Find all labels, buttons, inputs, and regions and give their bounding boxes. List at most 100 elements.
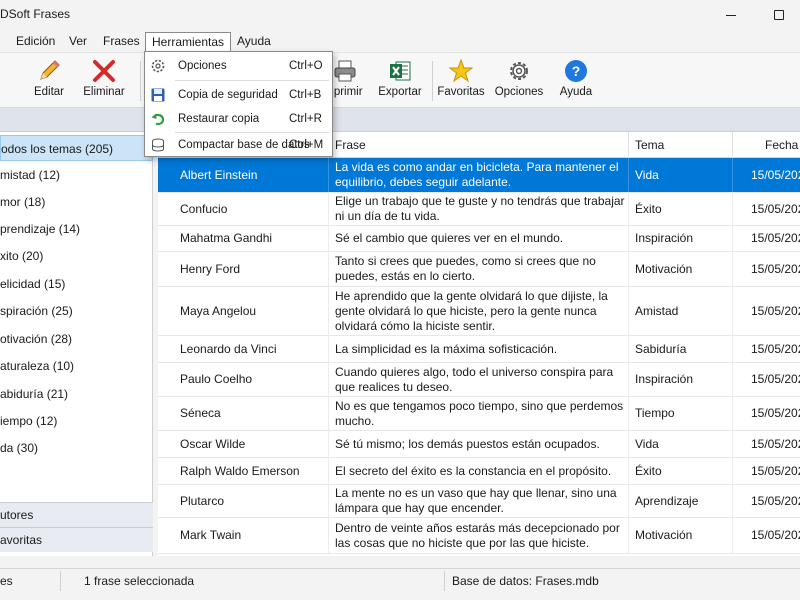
maximize-button[interactable] [756, 0, 800, 30]
toolbar-separator [140, 61, 141, 101]
quotes-table: Frase Tema Fecha Albert Einstein La vida… [158, 132, 800, 556]
menu-item-label: Restaurar copia [178, 113, 260, 125]
cell-autor: Leonardo da Vinci [174, 336, 329, 362]
eliminar-button[interactable]: Eliminar [74, 57, 134, 105]
toolbar: Editar Eliminar nprimir Exportar Favorit… [0, 52, 800, 108]
sidebar-item-sabiduria[interactable]: abiduría (21) [0, 381, 153, 407]
cell-fecha: 15/05/202 [733, 363, 800, 396]
pencil-icon [40, 60, 60, 80]
ayuda-label: Ayuda [559, 86, 593, 98]
cell-tema: Inspiración [629, 226, 733, 251]
favoritas-button[interactable]: Favoritas [431, 57, 491, 105]
svg-text:?: ? [572, 63, 581, 79]
cell-fecha: 15/05/202 [733, 518, 800, 553]
sidebar-item-motivacion[interactable]: otivación (28) [0, 326, 153, 352]
opciones-button[interactable]: Opciones [489, 57, 549, 105]
cell-autor: Plutarco [174, 485, 329, 517]
cell-autor: Ralph Waldo Emerson [174, 458, 329, 484]
topics-sidebar: odos los temas (205) mistad (12) mor (18… [0, 132, 153, 556]
cell-autor: Confucio [174, 193, 329, 225]
cell-tema: Amistad [629, 287, 733, 335]
menu-separator [175, 80, 329, 81]
menu-ayuda[interactable]: Ayuda [231, 32, 277, 52]
cell-fecha: 15/05/202 [733, 287, 800, 335]
excel-icon [390, 61, 411, 81]
sidebar-item-tiempo[interactable]: iempo (12) [0, 408, 153, 434]
exportar-button[interactable]: Exportar [370, 57, 430, 105]
table-row[interactable]: Leonardo da Vinci La simplicidad es la m… [158, 336, 800, 363]
sidebar-item-inspiracion[interactable]: spiración (25) [0, 298, 153, 324]
menu-ver[interactable]: Ver [63, 32, 93, 52]
sidebar-item-aprendizaje[interactable]: prendizaje (14) [0, 216, 153, 242]
cell-autor: Mahatma Gandhi [174, 226, 329, 251]
sidebar-section-autores[interactable]: utores [0, 502, 153, 527]
table-row[interactable]: Ralph Waldo Emerson El secreto del éxito… [158, 458, 800, 485]
cell-tema: Aprendizaje [629, 485, 733, 517]
opciones-label: Opciones [494, 86, 544, 98]
cell-frase: La simplicidad es la máxima sofisticació… [329, 336, 629, 362]
cell-frase: He aprendido que la gente olvidará lo qu… [329, 287, 629, 335]
editar-button[interactable]: Editar [19, 57, 79, 105]
menu-item-restaurar-copia[interactable]: Restaurar copia Ctrl+R [145, 107, 332, 131]
status-database: Base de datos: Frases.mdb [452, 574, 599, 588]
header-frase[interactable]: Frase [329, 132, 629, 158]
menu-item-shortcut: Ctrl+M [289, 139, 324, 151]
database-icon [152, 138, 164, 152]
panel-header-strip [0, 108, 800, 132]
cell-frase: No es que tengamos poco tiempo, sino que… [329, 397, 629, 430]
cell-autor: Maya Angelou [174, 287, 329, 335]
table-row[interactable]: Henry Ford Tanto si crees que puedes, co… [158, 252, 800, 287]
help-icon: ? [565, 60, 587, 82]
table-row[interactable]: Oscar Wilde Sé tú mismo; los demás puest… [158, 431, 800, 458]
menu-frases[interactable]: Frases [97, 32, 146, 52]
table-row[interactable]: Plutarco La mente no es un vaso que hay … [158, 485, 800, 518]
cell-tema: Motivación [629, 252, 733, 286]
minimize-button[interactable] [708, 0, 754, 30]
table-row[interactable]: Paulo Coelho Cuando quieres algo, todo e… [158, 363, 800, 397]
cell-fecha: 15/05/202 [733, 226, 800, 251]
ayuda-button[interactable]: ? Ayuda [546, 57, 606, 105]
menu-item-compactar[interactable]: Compactar base de datos Ctrl+M [145, 133, 332, 157]
sidebar-item-amor[interactable]: mor (18) [0, 189, 153, 215]
cell-fecha: 15/05/202 [733, 431, 800, 457]
table-row[interactable]: Séneca No es que tengamos poco tiempo, s… [158, 397, 800, 431]
sidebar-item-felicidad[interactable]: elicidad (15) [0, 271, 153, 297]
cell-frase: Elige un trabajo que te guste y no tendr… [329, 193, 629, 225]
cell-frase: La vida es como andar en bicicleta. Para… [329, 158, 629, 192]
cell-autor: Albert Einstein [174, 158, 329, 192]
cell-fecha: 15/05/202 [733, 252, 800, 286]
cell-frase: La mente no es un vaso que hay que llena… [329, 485, 629, 517]
cell-tema: Tiempo [629, 397, 733, 430]
exportar-label: Exportar [378, 86, 422, 98]
table-row[interactable]: Maya Angelou He aprendido que la gente o… [158, 287, 800, 336]
header-tema[interactable]: Tema [629, 132, 733, 158]
menu-item-copia-seguridad[interactable]: Copia de seguridad Ctrl+B [145, 83, 332, 107]
printer-icon [334, 60, 356, 82]
table-row[interactable]: Albert Einstein La vida es como andar en… [158, 158, 800, 193]
sidebar-item-todos[interactable]: odos los temas (205) [0, 135, 153, 161]
cell-frase: Tanto si crees que puedes, como si crees… [329, 252, 629, 286]
cell-frase: El secreto del éxito es la constancia en… [329, 458, 629, 484]
menu-edicion[interactable]: Edición [10, 32, 61, 52]
sidebar-item-exito[interactable]: xito (20) [0, 243, 153, 269]
minimize-icon [726, 14, 736, 16]
menu-item-opciones[interactable]: Opciones Ctrl+O [145, 54, 332, 78]
cell-tema: Inspiración [629, 363, 733, 396]
header-fecha[interactable]: Fecha [733, 132, 800, 158]
window-title: DSoft Frases [0, 7, 71, 21]
table-row[interactable]: Mark Twain Dentro de veinte años estarás… [158, 518, 800, 554]
status-separator [444, 571, 445, 591]
sidebar-item-naturaleza[interactable]: aturaleza (10) [0, 353, 153, 379]
sidebar-item-amistad[interactable]: mistad (12) [0, 162, 153, 188]
menu-item-label: Opciones [178, 60, 227, 72]
cell-fecha: 15/05/202 [733, 193, 800, 225]
cell-fecha: 15/05/202 [733, 397, 800, 430]
cell-frase: Cuando quieres algo, todo el universo co… [329, 363, 629, 396]
editar-label: Editar [33, 86, 65, 98]
sidebar-section-favoritas[interactable]: avoritas [0, 527, 153, 552]
cell-tema: Éxito [629, 193, 733, 225]
table-row[interactable]: Confucio Elige un trabajo que te guste y… [158, 193, 800, 226]
table-row[interactable]: Mahatma Gandhi Sé el cambio que quieres … [158, 226, 800, 252]
sidebar-item-vida[interactable]: da (30) [0, 435, 153, 461]
menu-item-shortcut: Ctrl+B [289, 89, 322, 101]
